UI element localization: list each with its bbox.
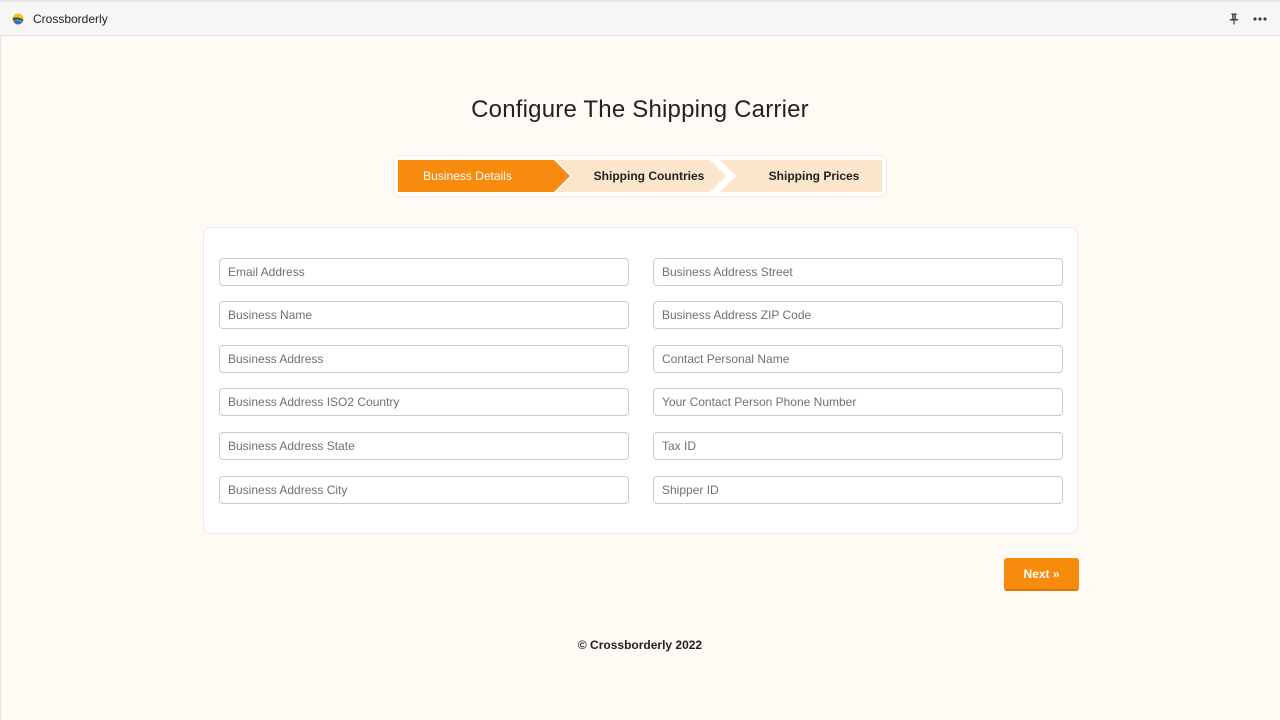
top-bar-actions (1226, 11, 1268, 27)
step-shipping-countries[interactable]: Shipping Countries (556, 160, 726, 192)
email-address-input[interactable] (219, 258, 629, 286)
wizard-steps: Business Details Shipping Countries Ship… (394, 156, 886, 196)
app-top-bar: Crossborderly (0, 0, 1280, 36)
next-button[interactable]: Next » (1004, 558, 1079, 591)
footer-copyright: © Crossborderly 2022 (577, 638, 703, 652)
app-identity: Crossborderly (12, 12, 108, 26)
step-shipping-prices[interactable]: Shipping Prices (720, 160, 882, 192)
business-address-city-input[interactable] (219, 476, 629, 504)
more-options-icon[interactable] (1252, 11, 1268, 27)
business-details-form (203, 227, 1078, 534)
shipper-id-input[interactable] (653, 476, 1063, 504)
step-business-details[interactable]: Business Details (398, 160, 570, 192)
business-address-state-input[interactable] (219, 432, 629, 460)
business-address-input[interactable] (219, 345, 629, 373)
contact-phone-input[interactable] (653, 388, 1063, 416)
contact-person-name-input[interactable] (653, 345, 1063, 373)
page-title: Configure The Shipping Carrier (471, 96, 809, 123)
pin-icon[interactable] (1226, 11, 1242, 27)
business-address-street-input[interactable] (653, 258, 1063, 286)
tax-id-input[interactable] (653, 432, 1063, 460)
frame-divider (0, 36, 1, 720)
business-address-zip-input[interactable] (653, 301, 1063, 329)
app-name: Crossborderly (33, 11, 108, 26)
business-name-input[interactable] (219, 301, 629, 329)
business-address-country-input[interactable] (219, 388, 629, 416)
crossborderly-logo-icon (12, 13, 24, 25)
